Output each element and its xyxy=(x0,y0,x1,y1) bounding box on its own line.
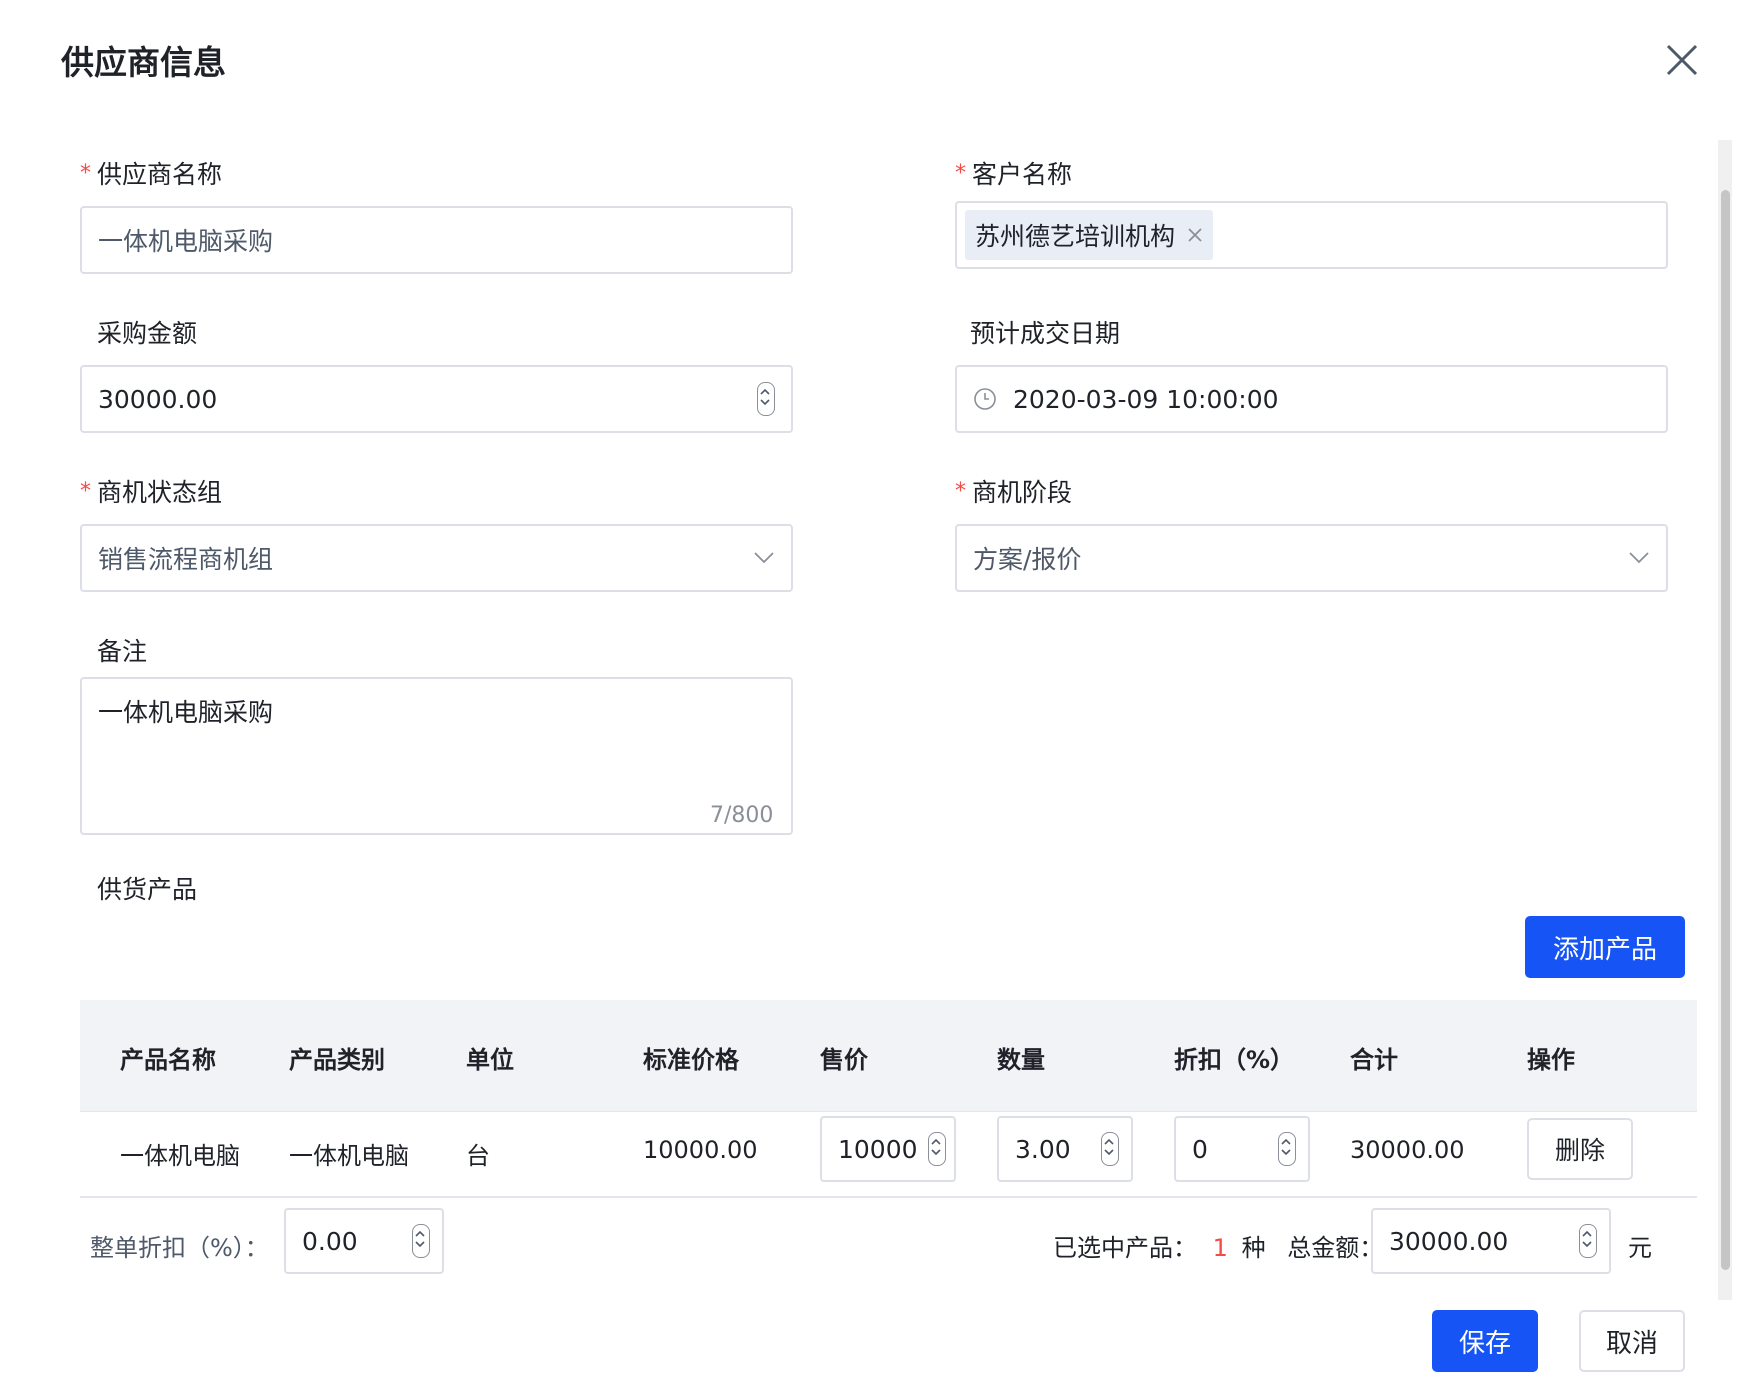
status-group-label: * 商机状态组 xyxy=(80,478,223,507)
purchase-amount-value: 30000.00 xyxy=(98,384,218,414)
status-group-value: 销售流程商机组 xyxy=(98,545,274,574)
discount-value: 0 xyxy=(1192,1134,1208,1164)
status-group-select[interactable]: 销售流程商机组 xyxy=(80,524,793,592)
col-header-quantity: 数量 xyxy=(997,1046,1045,1074)
save-button[interactable]: 保存 xyxy=(1432,1310,1538,1372)
col-header-std-price: 标准价格 xyxy=(643,1046,739,1074)
discount-stepper[interactable]: 0 xyxy=(1174,1116,1310,1182)
required-mark: * xyxy=(80,161,91,186)
stage-label: * 商机阶段 xyxy=(955,478,1073,507)
selected-label: 已选中产品： xyxy=(1053,1234,1197,1262)
order-discount-stepper[interactable]: 0.00 xyxy=(284,1208,444,1274)
chevron-down-icon xyxy=(754,552,774,564)
col-header-discount: 折扣（%） xyxy=(1174,1046,1295,1074)
dialog-title: 供应商信息 xyxy=(61,43,226,82)
cell-std-price: 10000.00 xyxy=(643,1136,758,1164)
products-label: 供货产品 xyxy=(97,875,198,904)
supplier-name-label: * 供应商名称 xyxy=(80,160,223,189)
note-label: 备注 xyxy=(97,637,148,666)
col-header-category: 产品类别 xyxy=(289,1046,385,1074)
order-discount-label: 整单折扣（%）： xyxy=(90,1234,269,1262)
sale-price-stepper[interactable]: 10000 xyxy=(820,1116,956,1182)
total-amount-stepper[interactable]: 30000.00 xyxy=(1371,1208,1611,1274)
selected-unit: 种 xyxy=(1241,1234,1266,1262)
clock-icon xyxy=(974,388,996,410)
add-product-button[interactable]: 添加产品 xyxy=(1525,916,1685,978)
quantity-stepper[interactable]: 3.00 xyxy=(997,1116,1133,1182)
note-char-counter: 7/800 xyxy=(710,803,774,828)
selected-count: 1 xyxy=(1212,1234,1228,1262)
col-header-name: 产品名称 xyxy=(120,1046,216,1074)
customer-name-select[interactable]: 苏州德艺培训机构 xyxy=(955,201,1668,269)
note-value: 一体机电脑采购 xyxy=(98,698,274,727)
note-textarea[interactable]: 一体机电脑采购 xyxy=(80,677,793,835)
stepper-icon[interactable] xyxy=(412,1224,430,1258)
purchase-amount-input[interactable]: 30000.00 xyxy=(80,365,793,433)
purchase-amount-label: 采购金额 xyxy=(97,319,198,348)
supplier-name-input[interactable]: 一体机电脑采购 xyxy=(80,206,793,274)
chevron-down-icon xyxy=(1629,552,1649,564)
stage-select[interactable]: 方案/报价 xyxy=(955,524,1668,592)
tag-close-icon[interactable] xyxy=(1187,227,1203,243)
deal-date-picker[interactable]: 2020-03-09 10:00:00 xyxy=(955,365,1668,433)
stepper-icon[interactable] xyxy=(757,382,775,416)
customer-name-label: * 客户名称 xyxy=(955,160,1073,189)
customer-tag: 苏州德艺培训机构 xyxy=(965,210,1214,260)
cancel-button[interactable]: 取消 xyxy=(1579,1310,1685,1372)
required-mark: * xyxy=(80,479,91,504)
deal-date-label: 预计成交日期 xyxy=(970,319,1121,348)
cell-product-category: 一体机电脑 xyxy=(289,1142,409,1170)
required-mark: * xyxy=(955,161,966,186)
total-label: 总金额： xyxy=(1287,1234,1384,1262)
sale-price-value: 10000 xyxy=(838,1134,918,1164)
delete-row-button[interactable]: 删除 xyxy=(1527,1118,1633,1180)
close-icon[interactable] xyxy=(1660,38,1704,82)
currency-label: 元 xyxy=(1628,1234,1652,1262)
customer-tag-label: 苏州德艺培训机构 xyxy=(975,222,1176,251)
col-header-total: 合计 xyxy=(1350,1046,1398,1074)
stage-value: 方案/报价 xyxy=(973,545,1082,574)
stepper-icon[interactable] xyxy=(1278,1132,1296,1166)
col-header-unit: 单位 xyxy=(466,1046,514,1074)
deal-date-value: 2020-03-09 10:00:00 xyxy=(1013,384,1279,414)
stepper-icon[interactable] xyxy=(928,1132,946,1166)
scrollbar-thumb[interactable] xyxy=(1721,190,1730,1270)
total-amount-value: 30000.00 xyxy=(1389,1226,1509,1256)
stepper-icon[interactable] xyxy=(1101,1132,1119,1166)
quantity-value: 3.00 xyxy=(1015,1134,1071,1164)
order-discount-value: 0.00 xyxy=(302,1226,358,1256)
cell-product-name: 一体机电脑 xyxy=(120,1142,240,1170)
cell-total: 30000.00 xyxy=(1350,1136,1465,1164)
stepper-icon[interactable] xyxy=(1579,1224,1597,1258)
col-header-sale-price: 售价 xyxy=(820,1046,868,1074)
selected-products-summary: 已选中产品： 1 种 总金额： xyxy=(1053,1228,1383,1263)
supplier-name-value: 一体机电脑采购 xyxy=(98,227,274,256)
required-mark: * xyxy=(955,479,966,504)
col-header-action: 操作 xyxy=(1527,1046,1575,1074)
cell-unit: 台 xyxy=(466,1142,490,1170)
